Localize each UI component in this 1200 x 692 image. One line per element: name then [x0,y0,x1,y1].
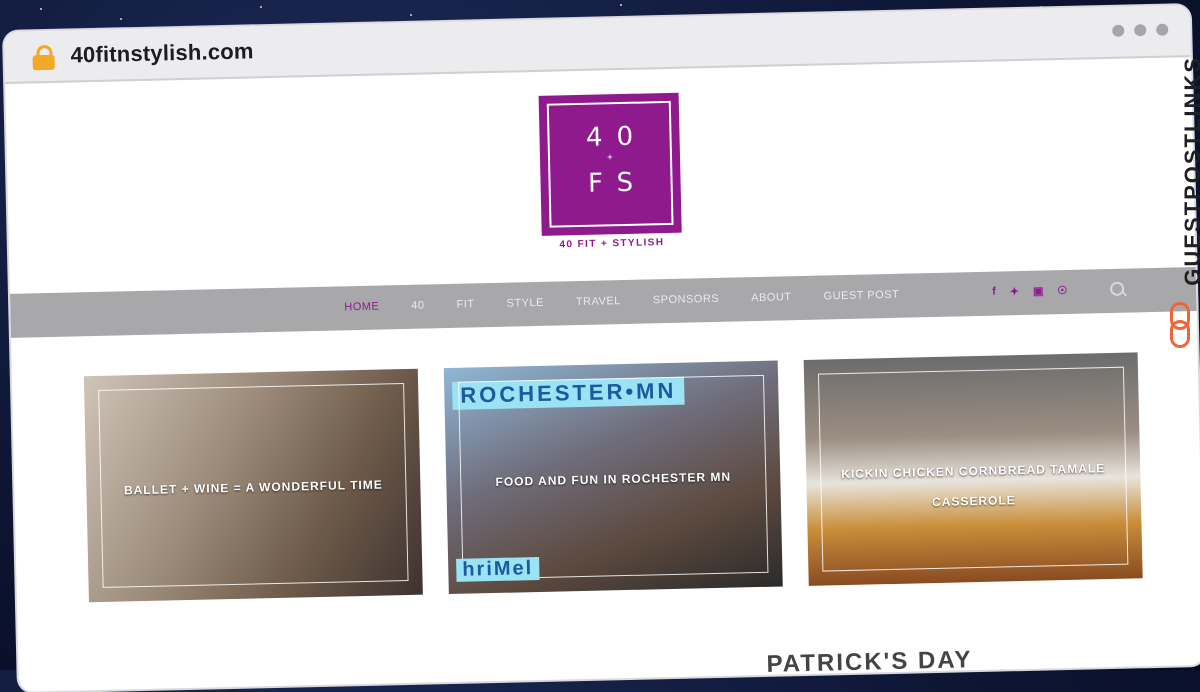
twitter-icon[interactable]: ✦ [1010,285,1019,298]
section-heading: PATRICK'S DAY [766,646,973,678]
post-card[interactable]: KICKIN CHICKEN CORNBREAD TAMALE CASSEROL… [803,352,1143,586]
nav-about[interactable]: ABOUT [751,291,792,304]
social-links: f ✦ ▣ ☉ [992,284,1067,299]
nav-fit[interactable]: FIT [456,298,474,310]
nav-guest-post[interactable]: GUEST POST [823,289,899,303]
pinterest-icon[interactable]: ☉ [1057,284,1067,297]
link-icon [1170,302,1190,348]
browser-address-bar: 40fitnstylish.com [4,5,1191,84]
logo-line-2: FS [587,167,648,199]
main-navigation: HOME 40 FIT STYLE TRAVEL SPONSORS ABOUT … [9,267,1197,338]
logo-line-1: 40 [585,121,648,153]
facebook-icon[interactable]: f [992,286,996,299]
lock-icon [32,44,55,71]
image-banner-text: hriMel [456,556,540,582]
nav-style[interactable]: STYLE [506,297,544,310]
window-dot-icon[interactable] [1134,24,1147,37]
nav-home[interactable]: HOME [344,301,379,314]
nav-40[interactable]: 40 [411,300,425,312]
url-text[interactable]: 40fitnstylish.com [70,38,254,68]
instagram-icon[interactable]: ▣ [1033,284,1044,297]
browser-window: 40fitnstylish.com 40 + FS 40 FIT + STYLI… [4,5,1200,692]
nav-travel[interactable]: TRAVEL [576,295,621,308]
watermark-text: GUESTPOSTLINKS [1180,56,1200,286]
nav-sponsors[interactable]: SPONSORS [653,293,720,307]
post-card-title[interactable]: KICKIN CHICKEN CORNBREAD TAMALE CASSEROL… [830,453,1117,519]
logo-tagline: 40 FIT + STYLISH [559,237,665,251]
window-dot-icon[interactable] [1112,24,1125,37]
post-card[interactable]: BALLET + WINE = A WONDERFUL TIME [83,368,423,603]
screenshot-frame: 40fitnstylish.com 40 + FS 40 FIT + STYLI… [0,0,1200,692]
window-controls [1112,23,1169,37]
site-logo[interactable]: 40 + FS 40 FIT + STYLISH [534,92,687,251]
search-icon[interactable] [1109,281,1125,296]
post-card[interactable]: ROCHESTER•MN FOOD AND FUN IN ROCHESTER M… [443,360,783,595]
window-dot-icon[interactable] [1156,23,1169,36]
